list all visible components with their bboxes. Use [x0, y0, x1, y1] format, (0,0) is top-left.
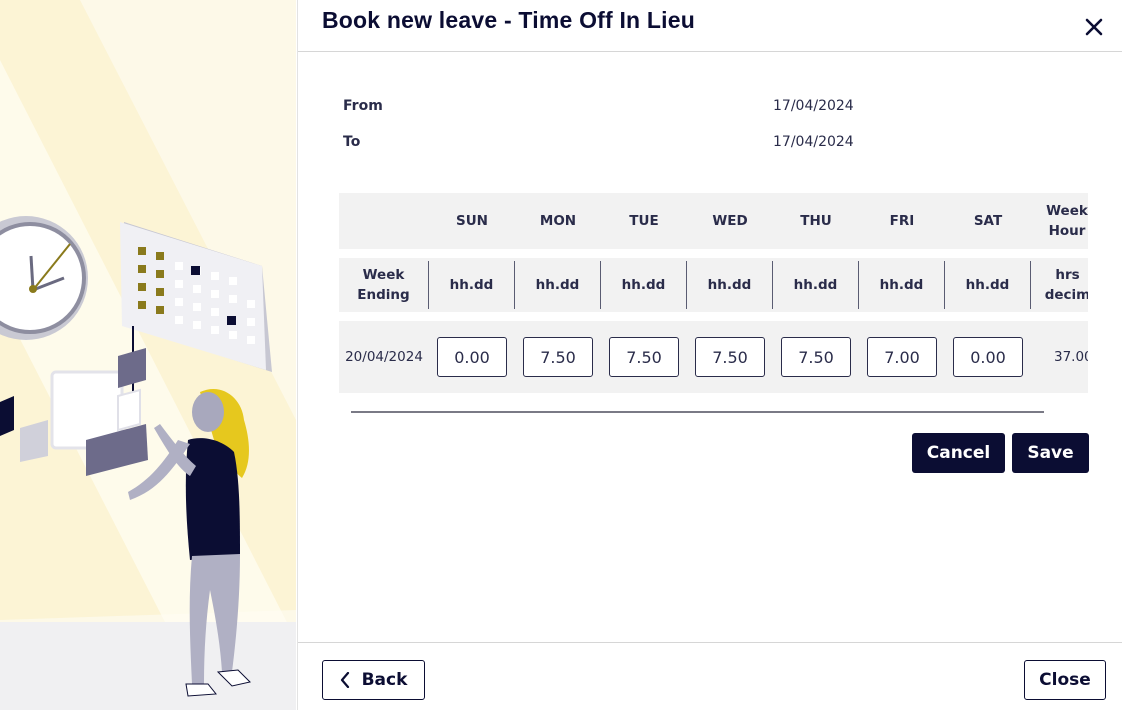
week-total-hours: 37.00	[1054, 349, 1088, 365]
day-header-tue: TUE	[629, 213, 659, 229]
unit-label-wed: hh.dd	[686, 261, 772, 309]
week-ending-label: Week Ending	[339, 258, 428, 312]
back-button[interactable]: Back	[322, 660, 425, 700]
decorative-illustration	[0, 0, 296, 710]
hours-unit-label: hrs decim	[1030, 261, 1088, 309]
mon-hours-input[interactable]: 7.50	[523, 337, 593, 377]
week-ending-label-line1: Week	[362, 267, 405, 283]
unit-label-sat: hh.dd	[944, 261, 1030, 309]
thu-hours-input[interactable]: 7.50	[781, 337, 851, 377]
week-hours-header: Week Hour	[1031, 193, 1088, 249]
woman-calendar-illustration	[0, 0, 296, 710]
timesheet-grid: SUN MON TUE WED THU FRI SAT Week Hour We…	[339, 193, 1088, 393]
back-button-label: Back	[361, 670, 408, 690]
save-button[interactable]: Save	[1012, 433, 1089, 473]
week-ending-date: 20/04/2024	[345, 349, 423, 365]
chevron-left-icon	[340, 672, 350, 688]
tue-hours-input[interactable]: 7.50	[609, 337, 679, 377]
horizontal-scrollbar[interactable]	[351, 411, 1044, 413]
dialog-header: Book new leave - Time Off In Lieu	[298, 0, 1122, 52]
unit-label-thu: hh.dd	[772, 261, 858, 309]
book-leave-dialog: Book new leave - Time Off In Lieu From 1…	[297, 0, 1122, 710]
wed-hours-input[interactable]: 7.50	[695, 337, 765, 377]
to-date-value: 17/04/2024	[773, 134, 854, 150]
close-icon[interactable]	[1082, 15, 1106, 39]
unit-label-tue: hh.dd	[600, 261, 686, 309]
sun-hours-input[interactable]: 0.00	[437, 337, 507, 377]
from-label: From	[343, 98, 383, 114]
unit-header-row: Week Ending hh.dd hh.dd hh.dd hh.dd hh.d…	[339, 258, 1088, 312]
to-label: To	[343, 134, 361, 150]
hours-unit-line1: hrs	[1055, 267, 1080, 283]
dialog-footer: Back Close	[298, 642, 1122, 710]
week-hours-header-line2: Hour	[1048, 223, 1086, 239]
unit-label-sun: hh.dd	[428, 261, 514, 309]
hours-unit-line2: decim	[1044, 287, 1088, 303]
day-header-wed: WED	[712, 213, 748, 229]
day-header-mon: MON	[539, 213, 577, 229]
day-header-row: SUN MON TUE WED THU FRI SAT Week Hour	[339, 193, 1088, 249]
day-header-fri: FRI	[889, 213, 915, 229]
fri-hours-input[interactable]: 7.00	[867, 337, 937, 377]
week-ending-label-line2: Ending	[357, 287, 410, 303]
unit-label-mon: hh.dd	[514, 261, 600, 309]
day-header-sat: SAT	[973, 213, 1003, 229]
day-header-sun: SUN	[456, 213, 488, 229]
dialog-title: Book new leave - Time Off In Lieu	[322, 7, 695, 33]
unit-label-fri: hh.dd	[858, 261, 944, 309]
sat-hours-input[interactable]: 0.00	[953, 337, 1023, 377]
day-header-thu: THU	[800, 213, 832, 229]
table-row: 20/04/2024 0.00 7.50 7.50 7.50 7.50 7.00…	[339, 321, 1088, 393]
from-date-value: 17/04/2024	[773, 98, 854, 114]
week-hours-header-line1: Week	[1046, 203, 1088, 219]
close-button[interactable]: Close	[1024, 660, 1106, 700]
cancel-button[interactable]: Cancel	[912, 433, 1005, 473]
